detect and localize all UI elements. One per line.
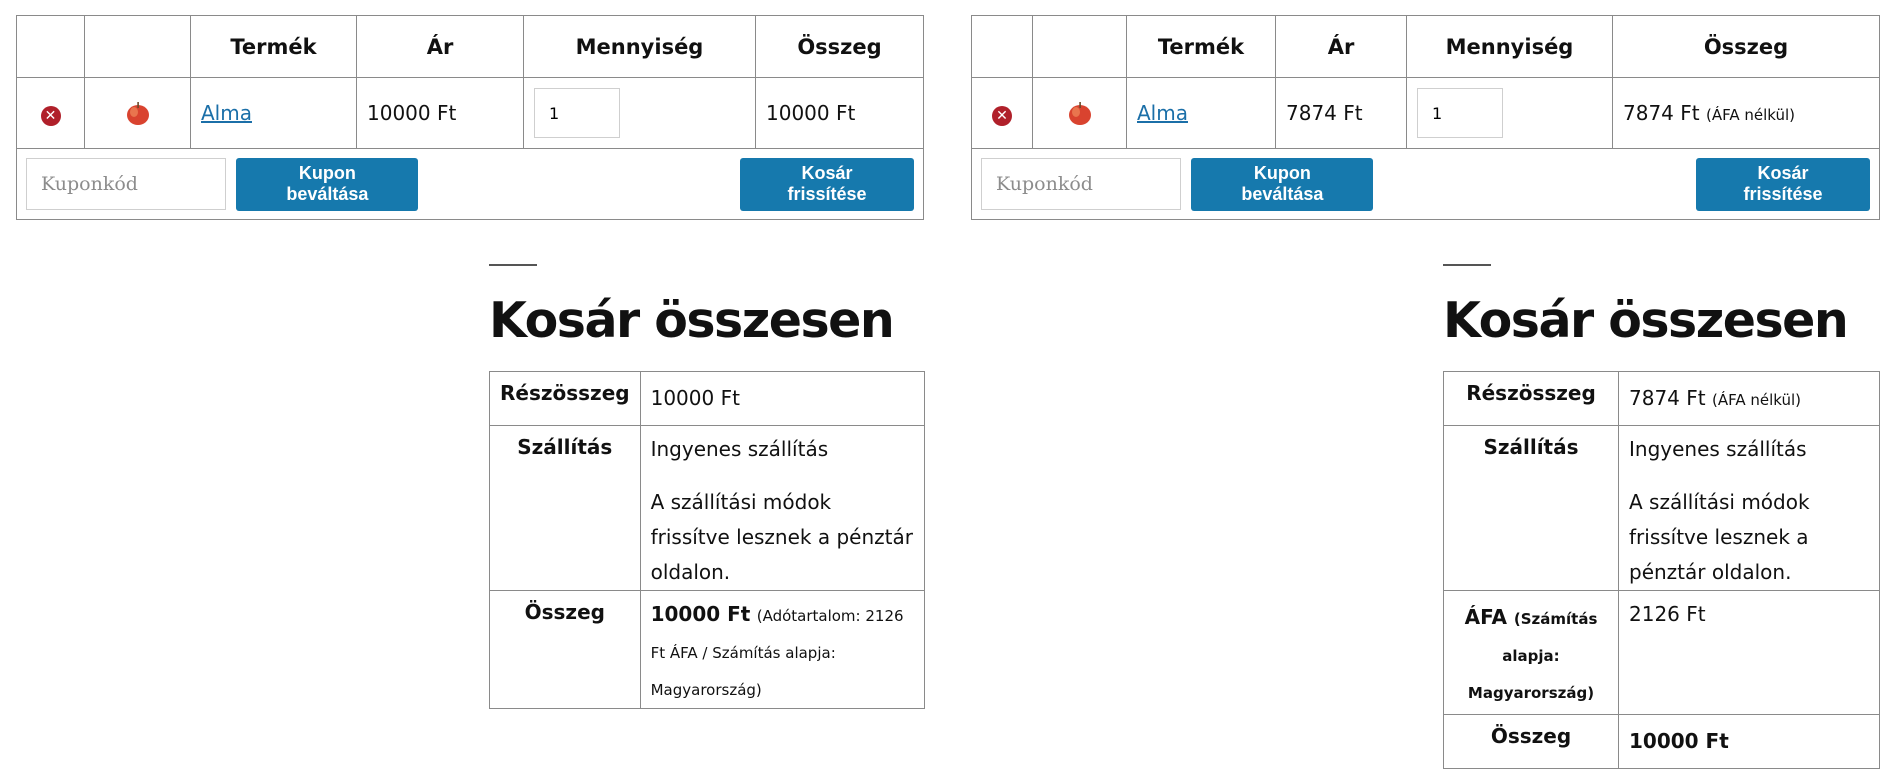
order-total-label: Összeg: [489, 590, 641, 709]
col-price-header: Ár: [1275, 15, 1407, 78]
subtotal-label: Részösszeg: [1443, 371, 1619, 426]
cart-header-row: Termék Ár Mennyiség Összeg: [971, 15, 1880, 78]
cart-item-row: ✕ Alma 7874 Ft 7874 Ft: [971, 77, 1880, 149]
remove-cell: ✕: [16, 77, 85, 149]
cart-actions-cell: Kupon beváltása Kosár frissítése: [16, 148, 924, 220]
quantity-cell: [523, 77, 756, 149]
order-total-label: Összeg: [1443, 714, 1619, 769]
title-divider: [489, 264, 537, 266]
cart-table: Termék Ár Mennyiség Összeg ✕: [16, 15, 924, 220]
remove-x-icon[interactable]: ✕: [40, 105, 61, 126]
col-subtotal-header: Összeg: [1612, 15, 1880, 78]
subtotal-value-cell: 10000 Ft: [639, 371, 926, 426]
cart-actions-cell: Kupon beváltása Kosár frissítése: [971, 148, 1880, 220]
col-thumb-header: [84, 15, 191, 78]
thumb-cell: [1032, 77, 1127, 149]
subtotal-value: 7874 Ft: [1629, 386, 1706, 410]
shipping-note: A szállítási módok frissítve lesznek a p…: [650, 490, 913, 584]
subtotal-row: Részösszeg 7874 Ft (ÁFA nélkül): [1443, 371, 1880, 426]
thumb-cell: [84, 77, 191, 149]
cart-header-row: Termék Ár Mennyiség Összeg: [16, 15, 924, 78]
shipping-row: Szállítás Ingyenes szállítás A szállítás…: [489, 425, 926, 591]
product-name-cell: Alma: [190, 77, 357, 149]
price-cell: 10000 Ft: [356, 77, 524, 149]
price-cell: 7874 Ft: [1275, 77, 1407, 149]
col-product-header: Termék: [1126, 15, 1276, 78]
col-remove-header: [971, 15, 1033, 78]
line-total-value: 7874 Ft: [1623, 101, 1700, 125]
product-link[interactable]: Alma: [1137, 101, 1188, 125]
remove-cell: ✕: [971, 77, 1033, 149]
shipping-label: Szállítás: [1443, 425, 1619, 591]
totals-title: Kosár összesen: [489, 292, 895, 349]
order-total-value: 10000 Ft: [650, 602, 751, 626]
col-subtotal-header: Összeg: [755, 15, 924, 78]
totals-table: Részösszeg 7874 Ft (ÁFA nélkül) Szállítá…: [1443, 371, 1880, 769]
update-cart-button[interactable]: Kosár frissítése: [1696, 157, 1870, 211]
apple-icon[interactable]: [125, 100, 151, 126]
title-divider: [1443, 264, 1491, 266]
apply-coupon-button[interactable]: Kupon beváltása: [1191, 157, 1374, 211]
shipping-label: Szállítás: [489, 425, 641, 591]
col-product-header: Termék: [190, 15, 357, 78]
cart-table: Termék Ár Mennyiség Összeg ✕: [971, 15, 1880, 220]
cart-actions-row: Kupon beváltása Kosár frissítése: [971, 148, 1880, 220]
quantity-input[interactable]: [534, 88, 620, 138]
tax-value: 2126 Ft: [1618, 590, 1880, 715]
cart-item-row: ✕ Alma 10000 Ft 10000 Ft: [16, 77, 924, 149]
subtotal-value-cell: 7874 Ft (ÁFA nélkül): [1618, 371, 1880, 426]
line-total-value: 10000 Ft: [766, 101, 856, 125]
shipping-method: Ingyenes szállítás: [650, 437, 829, 461]
totals-title: Kosár összesen: [1443, 292, 1849, 349]
shipping-cell: Ingyenes szállítás A szállítási módok fr…: [1618, 425, 1880, 591]
quantity-input[interactable]: [1417, 88, 1503, 138]
col-price-header: Ár: [356, 15, 524, 78]
col-remove-header: [16, 15, 85, 78]
col-quantity-header: Mennyiség: [523, 15, 756, 78]
line-total-note: (ÁFA nélkül): [1705, 106, 1796, 124]
col-thumb-header: [1032, 15, 1127, 78]
subtotal-row: Részösszeg 10000 Ft: [489, 371, 926, 426]
subtotal-note: (ÁFA nélkül): [1711, 391, 1802, 409]
order-total-cell: 10000 Ft: [1618, 714, 1880, 769]
shipping-method: Ingyenes szállítás: [1629, 437, 1807, 461]
coupon-input[interactable]: [26, 158, 226, 210]
col-quantity-header: Mennyiség: [1406, 15, 1613, 78]
cart-totals: Kosár összesen Részösszeg 10000 Ft Száll…: [489, 264, 926, 709]
shipping-note: A szállítási módok frissítve lesznek a p…: [1629, 490, 1810, 584]
apple-icon[interactable]: [1067, 100, 1093, 126]
product-name-cell: Alma: [1126, 77, 1276, 149]
shipping-cell: Ingyenes szállítás A szállítási módok fr…: [639, 425, 926, 591]
quantity-cell: [1406, 77, 1613, 149]
order-total-row: Összeg 10000 Ft: [1443, 714, 1880, 769]
totals-table: Részösszeg 10000 Ft Szállítás Ingyenes s…: [489, 371, 926, 709]
subtotal-label: Részösszeg: [489, 371, 641, 426]
apply-coupon-button[interactable]: Kupon beváltása: [236, 157, 419, 211]
line-total-cell: 10000 Ft: [755, 77, 924, 149]
tax-label: ÁFA: [1464, 605, 1507, 629]
order-total-cell: 10000 Ft (Adótartalom: 2126 Ft ÁFA / Szá…: [639, 590, 926, 709]
update-cart-button[interactable]: Kosár frissítése: [740, 157, 914, 211]
tax-label-cell: ÁFA (Számítás alapja: Magyarország): [1443, 590, 1619, 715]
order-total-value: 10000 Ft: [1629, 729, 1729, 753]
subtotal-value: 10000 Ft: [650, 386, 740, 410]
remove-x-icon[interactable]: ✕: [992, 105, 1012, 126]
cart-totals: Kosár összesen Részösszeg 7874 Ft (ÁFA n…: [1443, 264, 1880, 769]
order-total-row: Összeg 10000 Ft (Adótartalom: 2126 Ft ÁF…: [489, 590, 926, 709]
line-total-cell: 7874 Ft (ÁFA nélkül): [1612, 77, 1880, 149]
tax-row: ÁFA (Számítás alapja: Magyarország) 2126…: [1443, 590, 1880, 715]
coupon-input[interactable]: [981, 158, 1181, 210]
shipping-row: Szállítás Ingyenes szállítás A szállítás…: [1443, 425, 1880, 591]
product-link[interactable]: Alma: [201, 101, 252, 125]
cart-actions-row: Kupon beváltása Kosár frissítése: [16, 148, 924, 220]
